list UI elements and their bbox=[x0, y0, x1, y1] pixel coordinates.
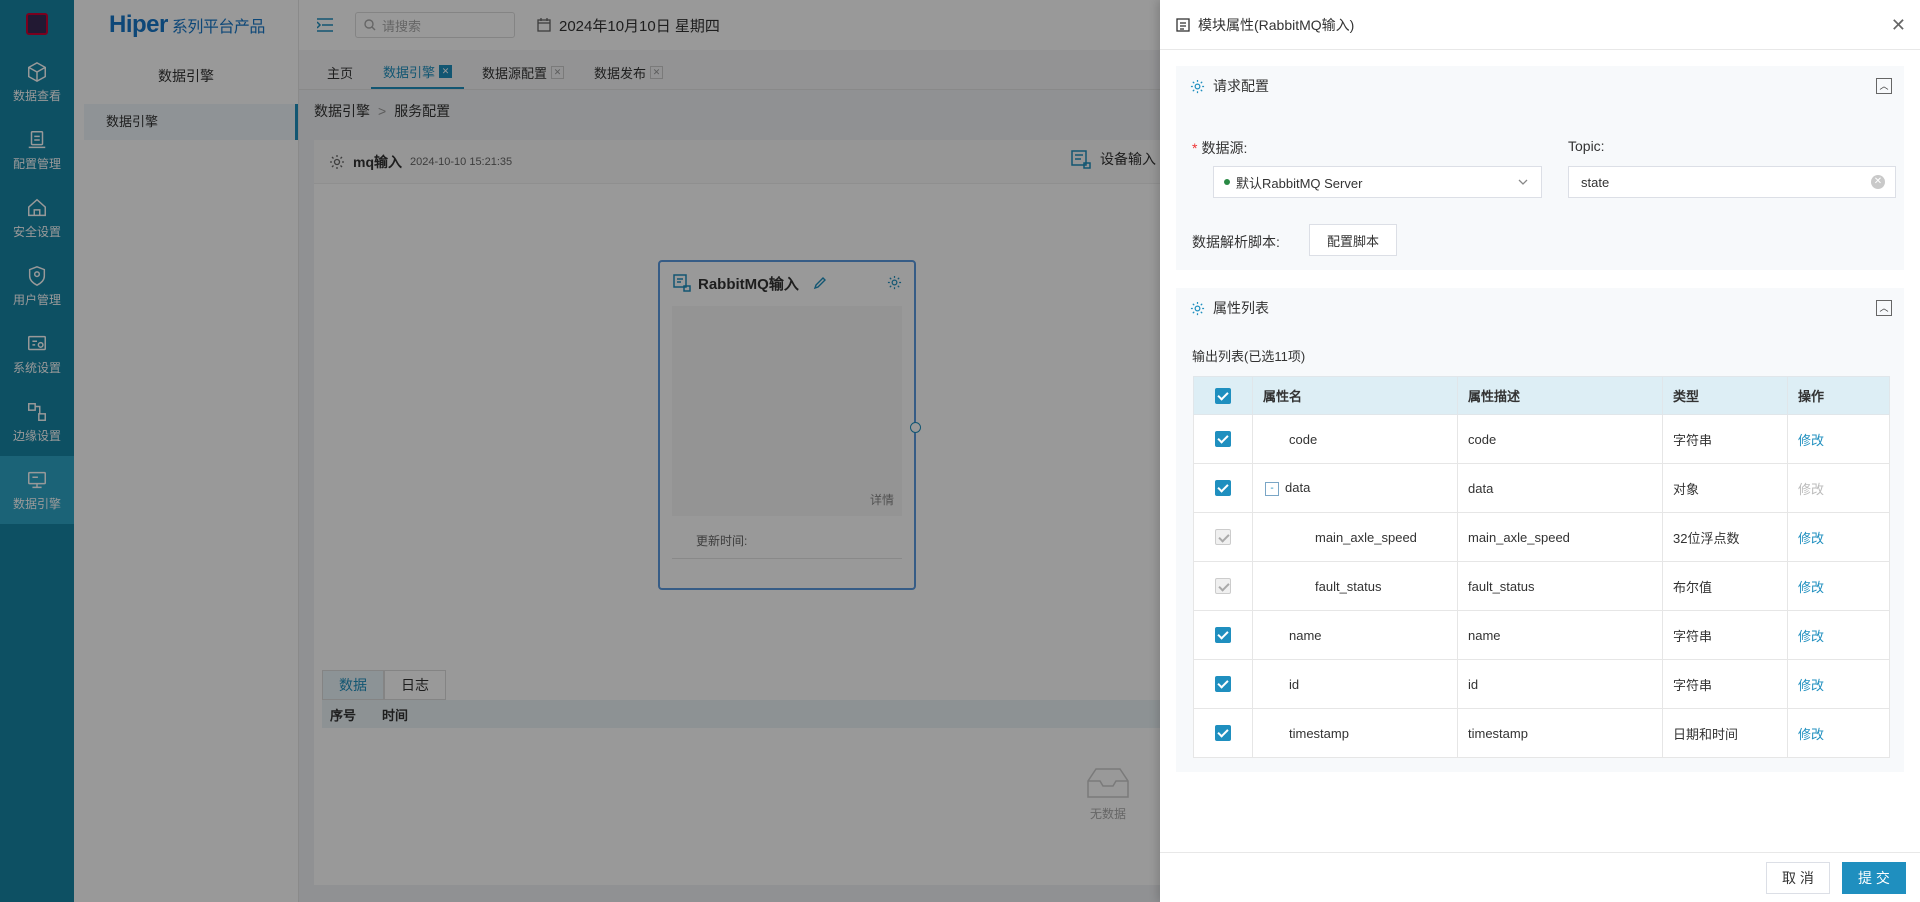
table-header-row: 属性名 属性描述 类型 操作 bbox=[1193, 376, 1890, 415]
row-checkbox-disabled bbox=[1215, 529, 1231, 546]
table-row: code code 字符串 修改 bbox=[1193, 414, 1890, 464]
checkbox-cell bbox=[1193, 512, 1253, 562]
table-row: id id 字符串 修改 bbox=[1193, 659, 1890, 709]
attr-type: 字符串 bbox=[1662, 659, 1788, 709]
attribute-table: 属性名 属性描述 类型 操作 code code 字符串 修改 - data d… bbox=[1193, 376, 1890, 758]
attr-name: data bbox=[1285, 480, 1311, 496]
attr-desc: timestamp bbox=[1457, 708, 1663, 758]
edit-link[interactable]: 修改 bbox=[1798, 531, 1824, 546]
modal-overlay[interactable] bbox=[0, 0, 1160, 902]
select-all-cell bbox=[1193, 376, 1253, 415]
row-checkbox[interactable] bbox=[1215, 431, 1231, 448]
edit-link[interactable]: 修改 bbox=[1798, 629, 1824, 644]
topic-label: Topic: bbox=[1568, 138, 1605, 154]
table-row: - data data 对象 修改 bbox=[1193, 463, 1890, 513]
checkbox-cell bbox=[1193, 659, 1253, 709]
column-header-type: 类型 bbox=[1662, 376, 1788, 415]
collapse-icon[interactable]: ︿ bbox=[1876, 300, 1892, 316]
row-checkbox[interactable] bbox=[1215, 676, 1231, 693]
checkbox-cell bbox=[1193, 610, 1253, 660]
attr-type: 日期和时间 bbox=[1662, 708, 1788, 758]
edit-link-disabled: 修改 bbox=[1798, 481, 1825, 497]
attr-name: id bbox=[1252, 659, 1458, 709]
script-label: 数据解析脚本: bbox=[1192, 234, 1280, 250]
attr-type: 对象 bbox=[1662, 463, 1788, 513]
section-header: 请求配置 ︿ bbox=[1176, 66, 1904, 106]
table-row: name name 字符串 修改 bbox=[1193, 610, 1890, 660]
module-properties-drawer: 模块属性(RabbitMQ输入) ✕ 请求配置 ︿ * 数据源: 默认Rabbit… bbox=[1160, 0, 1920, 902]
attr-desc: data bbox=[1457, 463, 1663, 513]
column-header-name: 属性名 bbox=[1252, 376, 1458, 415]
section-header: 属性列表 ︿ bbox=[1176, 288, 1904, 328]
row-checkbox-disabled bbox=[1215, 578, 1231, 595]
table-row: timestamp timestamp 日期和时间 修改 bbox=[1193, 708, 1890, 758]
checkbox-cell bbox=[1193, 414, 1253, 464]
edit-link[interactable]: 修改 bbox=[1798, 727, 1824, 742]
row-checkbox[interactable] bbox=[1215, 725, 1231, 742]
datasource-label: * 数据源: bbox=[1192, 138, 1247, 158]
collapse-row-icon[interactable]: - bbox=[1265, 481, 1279, 496]
cancel-button[interactable]: 取 消 bbox=[1766, 861, 1830, 894]
collapse-icon[interactable]: ︿ bbox=[1876, 78, 1892, 94]
edit-link[interactable]: 修改 bbox=[1798, 433, 1824, 448]
table-row: fault_status fault_status 布尔值 修改 bbox=[1193, 561, 1890, 611]
chevron-down-icon bbox=[1518, 179, 1528, 185]
output-list-label: 输出列表(已选11项) bbox=[1192, 349, 1306, 364]
document-icon bbox=[1176, 17, 1190, 32]
section-title: 请求配置 bbox=[1213, 78, 1269, 94]
checkbox-cell bbox=[1193, 561, 1253, 611]
attr-desc: code bbox=[1457, 414, 1663, 464]
attr-name: name bbox=[1252, 610, 1458, 660]
attr-type: 32位浮点数 bbox=[1662, 512, 1788, 562]
clear-icon[interactable]: ✕ bbox=[1871, 175, 1885, 189]
status-dot-icon bbox=[1224, 179, 1230, 185]
drawer-footer: 取 消 提 交 bbox=[1160, 852, 1920, 902]
gear-icon bbox=[1190, 79, 1205, 93]
attr-name-cell: - data bbox=[1252, 463, 1458, 513]
row-checkbox[interactable] bbox=[1215, 480, 1231, 497]
datasource-label-text: 数据源: bbox=[1201, 140, 1248, 156]
attr-name: timestamp bbox=[1252, 708, 1458, 758]
drawer-title: 模块属性(RabbitMQ输入) bbox=[1198, 16, 1355, 33]
close-icon[interactable]: ✕ bbox=[1891, 16, 1906, 34]
datasource-select[interactable]: 默认RabbitMQ Server bbox=[1213, 166, 1542, 198]
table-row: main_axle_speed main_axle_speed 32位浮点数 修… bbox=[1193, 512, 1890, 562]
column-header-desc: 属性描述 bbox=[1457, 376, 1663, 415]
column-header-op: 操作 bbox=[1787, 376, 1890, 415]
attr-name: main_axle_speed bbox=[1252, 512, 1458, 562]
topic-input[interactable]: state ✕ bbox=[1568, 166, 1896, 198]
attr-desc: id bbox=[1457, 659, 1663, 709]
row-checkbox[interactable] bbox=[1215, 627, 1231, 644]
attr-desc: name bbox=[1457, 610, 1663, 660]
attr-type: 字符串 bbox=[1662, 414, 1788, 464]
required-mark: * bbox=[1192, 140, 1198, 156]
submit-button[interactable]: 提 交 bbox=[1842, 861, 1906, 894]
checkbox-cell bbox=[1193, 708, 1253, 758]
configure-script-button[interactable]: 配置脚本 bbox=[1309, 224, 1397, 256]
attr-type: 布尔值 bbox=[1662, 561, 1788, 611]
attr-type: 字符串 bbox=[1662, 610, 1788, 660]
checkbox-cell bbox=[1193, 463, 1253, 513]
topic-value: state bbox=[1581, 174, 1610, 190]
attr-desc: main_axle_speed bbox=[1457, 512, 1663, 562]
attr-desc: fault_status bbox=[1457, 561, 1663, 611]
attr-name: fault_status bbox=[1252, 561, 1458, 611]
edit-link[interactable]: 修改 bbox=[1798, 580, 1824, 595]
edit-link[interactable]: 修改 bbox=[1798, 678, 1824, 693]
attribute-list-section: 属性列表 ︿ 输出列表(已选11项) 属性名 属性描述 类型 操作 code c… bbox=[1176, 288, 1904, 772]
drawer-header: 模块属性(RabbitMQ输入) ✕ bbox=[1160, 0, 1920, 50]
select-all-checkbox[interactable] bbox=[1215, 387, 1231, 404]
request-config-section: 请求配置 ︿ * 数据源: 默认RabbitMQ Server Topic: st… bbox=[1176, 66, 1904, 270]
datasource-value: 默认RabbitMQ Server bbox=[1236, 175, 1363, 191]
section-title: 属性列表 bbox=[1213, 300, 1269, 316]
gear-icon bbox=[1190, 301, 1205, 315]
attr-name: code bbox=[1252, 414, 1458, 464]
